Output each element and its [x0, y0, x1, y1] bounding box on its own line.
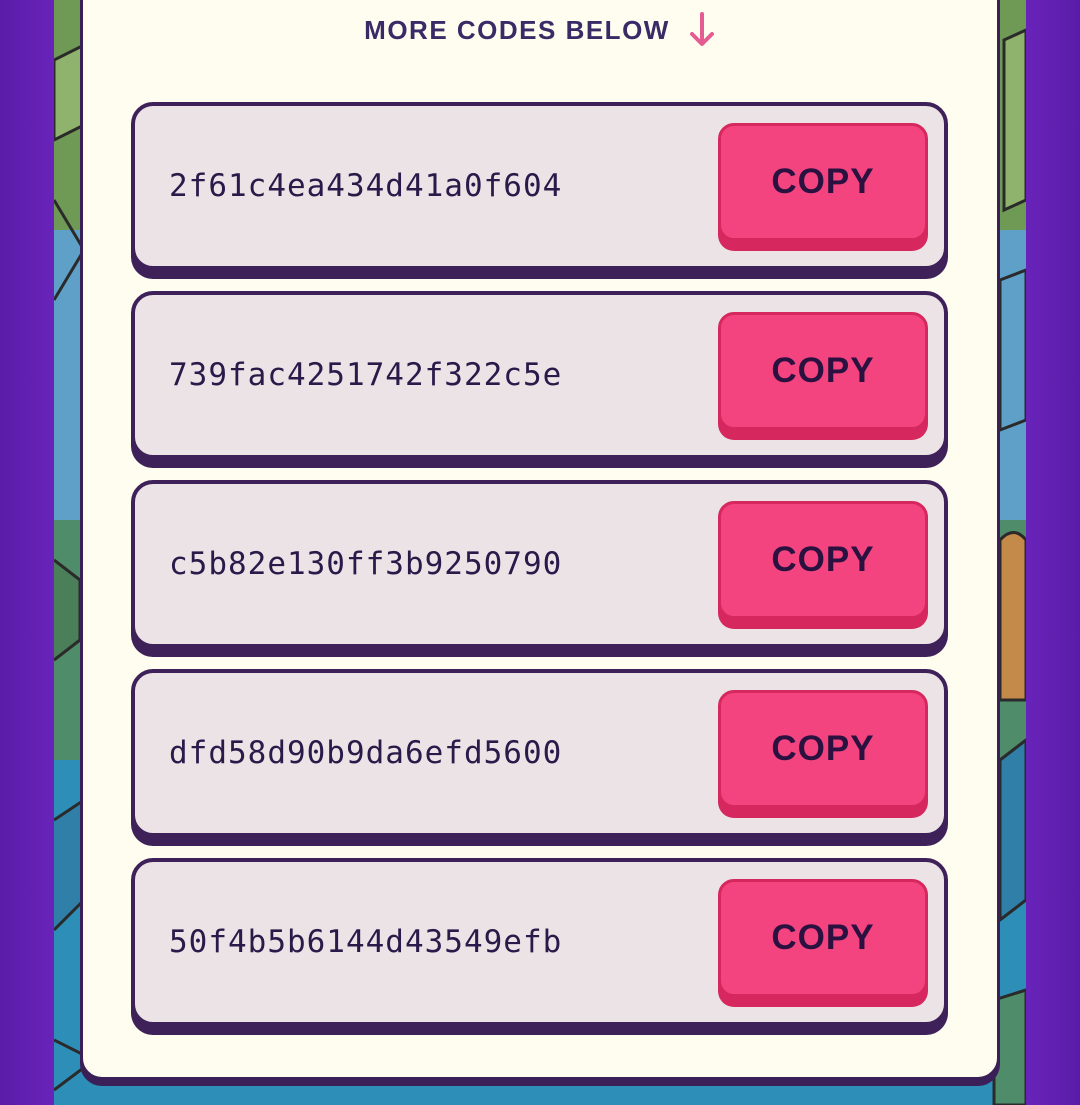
copy-button[interactable]: COPY — [718, 879, 928, 997]
more-codes-label: MORE CODES BELOW — [364, 14, 670, 45]
page-background-left — [0, 0, 60, 1105]
code-list: 2f61c4ea434d41a0f604 COPY 739fac4251742f… — [131, 102, 948, 1047]
copy-button-label: COPY — [771, 918, 875, 957]
arrow-down-icon — [688, 12, 716, 48]
copy-button-label: COPY — [771, 162, 875, 201]
copy-button[interactable]: COPY — [718, 501, 928, 619]
copy-button[interactable]: COPY — [718, 123, 928, 241]
code-row: 2f61c4ea434d41a0f604 COPY — [131, 102, 948, 270]
page-background-right — [1020, 0, 1080, 1105]
copy-button-label: COPY — [771, 729, 875, 768]
copy-button-label: COPY — [771, 540, 875, 579]
copy-button-label: COPY — [771, 351, 875, 390]
copy-button[interactable]: COPY — [718, 312, 928, 430]
code-value: 50f4b5b6144d43549efb — [169, 924, 563, 960]
code-row: 739fac4251742f322c5e COPY — [131, 291, 948, 459]
more-codes-header: MORE CODES BELOW — [0, 12, 1080, 48]
code-value: 2f61c4ea434d41a0f604 — [169, 168, 563, 204]
code-row: dfd58d90b9da6efd5600 COPY — [131, 669, 948, 837]
code-value: 739fac4251742f322c5e — [169, 357, 563, 393]
code-row: c5b82e130ff3b9250790 COPY — [131, 480, 948, 648]
code-value: dfd58d90b9da6efd5600 — [169, 735, 563, 771]
code-row: 50f4b5b6144d43549efb COPY — [131, 858, 948, 1026]
copy-button[interactable]: COPY — [718, 690, 928, 808]
code-value: c5b82e130ff3b9250790 — [169, 546, 563, 582]
